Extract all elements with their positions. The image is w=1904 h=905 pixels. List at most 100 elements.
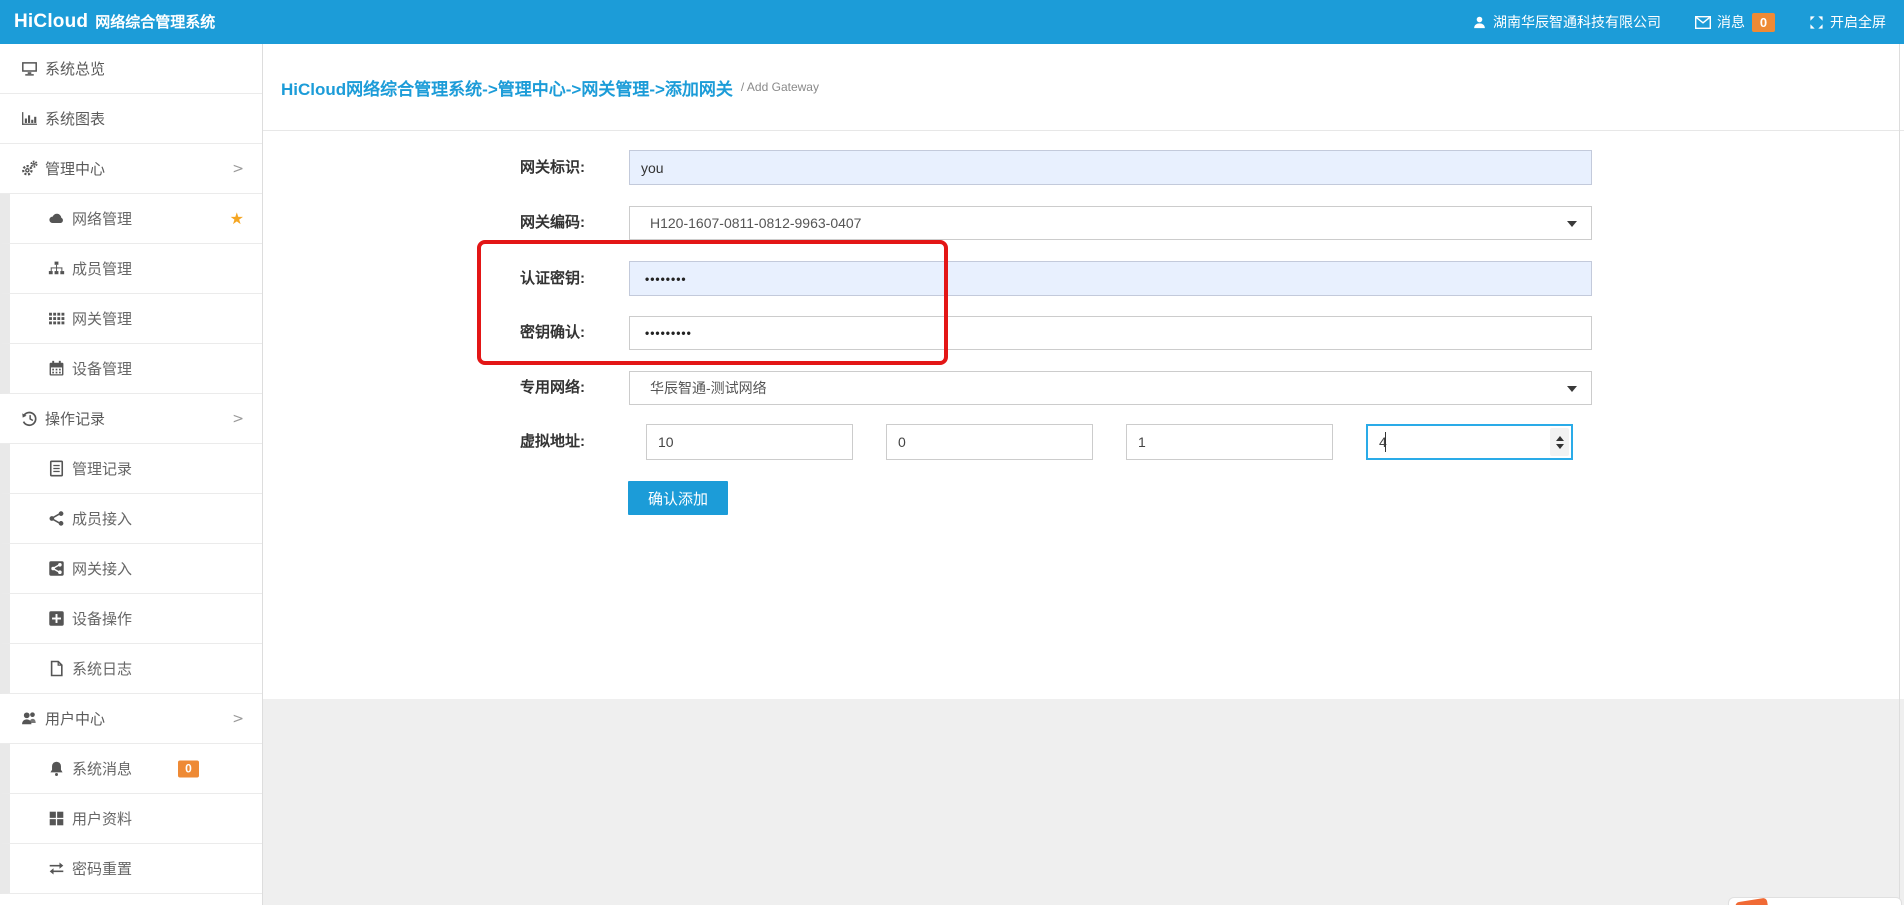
sidebar-item-gateway-mgmt[interactable]: 网关管理 [0, 294, 262, 344]
sidebar-item-label: 网关接入 [72, 558, 132, 579]
floating-widget[interactable] [1728, 897, 1902, 905]
top-navbar: HiCloud 网络综合管理系统 湖南华辰智通科技有限公司 消息 0 [0, 0, 1904, 44]
octet-2-input[interactable] [886, 424, 1093, 460]
octet-3-input[interactable] [1126, 424, 1333, 460]
sidebar-item-label: 系统图表 [45, 108, 105, 129]
company-account[interactable]: 湖南华辰智通科技有限公司 [1472, 12, 1661, 32]
messages-button[interactable]: 消息 0 [1695, 12, 1775, 32]
key-confirm-input[interactable]: ••••••••• [629, 316, 1592, 350]
sidebar-item-device-mgmt[interactable]: 设备管理 [0, 344, 262, 394]
sidebar-item-network-mgmt[interactable]: 网络管理 ★ [0, 194, 262, 244]
sidebar-item-device-operations[interactable]: 设备操作 [0, 594, 262, 644]
sidebar-item-label: 系统消息 [72, 758, 132, 779]
sidebar-item-label: 系统日志 [72, 658, 132, 679]
sidebar-item-operation-log[interactable]: 操作记录 > [0, 394, 262, 444]
star-icon[interactable]: ★ [230, 209, 244, 229]
sidebar-item-label: 用户资料 [72, 808, 132, 829]
sitemap-icon [48, 260, 65, 277]
gateway-id-input[interactable] [629, 150, 1592, 185]
footer-gray-area [263, 699, 1904, 905]
page: HiCloud 网络综合管理系统 湖南华辰智通科技有限公司 消息 0 [0, 0, 1904, 905]
chevron-down-icon [1567, 221, 1577, 227]
gateway-code-label: 网关编码: [420, 206, 585, 240]
bar-chart-icon [21, 110, 38, 127]
brand-name: HiCloud [14, 11, 88, 33]
sidebar-item-system-charts[interactable]: 系统图表 [0, 94, 262, 144]
sidebar-item-member-mgmt[interactable]: 成员管理 [0, 244, 262, 294]
history-icon [21, 410, 38, 427]
share-square-icon [48, 560, 65, 577]
sidebar-item-label: 系统总览 [45, 58, 105, 79]
auth-key-masked-value: •••••••• [645, 272, 687, 286]
number-spinner[interactable] [1550, 428, 1569, 456]
monitor-icon [21, 60, 38, 77]
form-row-gateway-code: 网关编码: H120-1607-0811-0812-9963-0407 [420, 206, 1592, 240]
auth-key-label: 认证密钥: [420, 261, 585, 296]
calendar-icon [48, 360, 65, 377]
key-confirm-label: 密钥确认: [420, 316, 585, 350]
sidebar-item-system-logs[interactable]: 系统日志 [0, 644, 262, 694]
plus-square-icon [48, 610, 65, 627]
virtual-address-label: 虚拟地址: [420, 424, 585, 460]
sidebar-item-admin-center[interactable]: 管理中心 > [0, 144, 262, 194]
spinner-down-icon[interactable] [1556, 444, 1564, 449]
sidebar-item-password-reset[interactable]: 密码重置 [0, 844, 262, 894]
floating-widget-logo-icon [1735, 898, 1769, 905]
spinner-up-icon[interactable] [1556, 436, 1564, 441]
octet-4-input[interactable] [1366, 424, 1573, 460]
sidebar-item-label: 密码重置 [72, 858, 132, 879]
file-icon [48, 660, 65, 677]
cloud-icon [48, 210, 65, 227]
fullscreen-icon [1809, 15, 1830, 30]
sidebar-item-user-profile[interactable]: 用户资料 [0, 794, 262, 844]
sidebar-item-label: 操作记录 [45, 408, 105, 429]
sidebar-item-label: 成员接入 [72, 508, 132, 529]
auth-key-input[interactable]: •••••••• [629, 261, 1592, 296]
form-row-private-network: 专用网络: 华辰智通-测试网络 [420, 371, 1592, 405]
form-row-auth-key: 认证密钥: •••••••• [420, 261, 1592, 296]
private-network-value: 华辰智通-测试网络 [650, 378, 767, 398]
sidebar-item-gateway-access[interactable]: 网关接入 [0, 544, 262, 594]
gateway-code-select[interactable]: H120-1607-0811-0812-9963-0407 [629, 206, 1592, 240]
divider [263, 130, 1904, 131]
bell-icon [48, 760, 65, 777]
sidebar-item-label: 网络管理 [72, 208, 132, 229]
chevron-down-icon [1567, 386, 1577, 392]
form-row-key-confirm: 密钥确认: ••••••••• [420, 316, 1592, 350]
form-row-gateway-id: 网关标识: [420, 150, 1592, 185]
sidebar-item-system-messages[interactable]: 系统消息 0 [0, 744, 262, 794]
breadcrumb-subtitle: / Add Gateway [741, 80, 819, 94]
octet-wrap [646, 424, 853, 460]
main-content: HiCloud网络综合管理系统->管理中心->网关管理->添加网关 / Add … [263, 44, 1904, 905]
sidebar-item-label: 成员管理 [72, 258, 132, 279]
fullscreen-button[interactable]: 开启全屏 [1809, 12, 1886, 32]
gateway-code-value: H120-1607-0811-0812-9963-0407 [650, 215, 861, 231]
scrollbar-track[interactable] [1899, 44, 1900, 905]
sidebar-item-user-center[interactable]: 用户中心 > [0, 694, 262, 744]
gateway-id-label: 网关标识: [420, 150, 585, 185]
octet-wrap [886, 424, 1093, 460]
sidebar-item-label: 设备操作 [72, 608, 132, 629]
sidebar-item-label: 设备管理 [72, 358, 132, 379]
sidebar-item-member-access[interactable]: 成员接入 [0, 494, 262, 544]
text-cursor [1385, 432, 1386, 452]
breadcrumb-path: HiCloud网络综合管理系统->管理中心->网关管理->添加网关 [281, 75, 733, 100]
messages-label: 消息 [1717, 12, 1745, 32]
grid-large-icon [48, 810, 65, 827]
sidebar-item-label: 管理记录 [72, 458, 132, 479]
form-row-virtual-address: 虚拟地址: [420, 424, 1573, 460]
envelope-icon [1695, 16, 1717, 29]
sidebar-item-label: 用户中心 [45, 708, 105, 729]
confirm-add-button[interactable]: 确认添加 [628, 481, 728, 515]
company-name: 湖南华辰智通科技有限公司 [1493, 12, 1661, 32]
octet-wrap-focused [1366, 424, 1573, 460]
app-logo[interactable]: HiCloud 网络综合管理系统 [0, 11, 215, 33]
key-confirm-masked-value: ••••••••• [645, 326, 692, 340]
sidebar-item-system-overview[interactable]: 系统总览 [0, 44, 262, 94]
exchange-icon [48, 860, 65, 877]
grid-icon [48, 310, 65, 327]
private-network-select[interactable]: 华辰智通-测试网络 [629, 371, 1592, 405]
sidebar-item-label: 网关管理 [72, 308, 132, 329]
sidebar-item-admin-records[interactable]: 管理记录 [0, 444, 262, 494]
octet-1-input[interactable] [646, 424, 853, 460]
